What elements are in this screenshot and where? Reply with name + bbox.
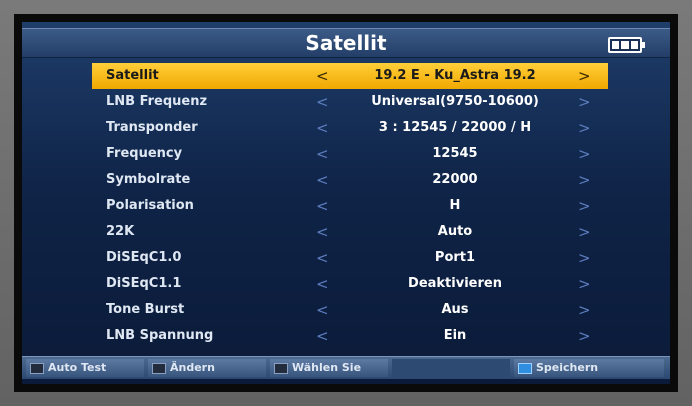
row-label: LNB Frequenz (106, 94, 208, 109)
row-label: Polarisation (106, 198, 194, 213)
wahlen-sie-button[interactable]: Wählen Sie (270, 359, 388, 377)
row-value: Deaktivieren (408, 276, 502, 291)
footer-empty-slot (392, 359, 510, 377)
arrow-right-icon[interactable]: > (578, 89, 591, 115)
arrow-right-icon[interactable]: > (578, 141, 591, 167)
battery-bars (612, 41, 638, 49)
row-label: Frequency (106, 146, 183, 161)
remote-key-icon (274, 363, 288, 374)
remote-key-icon (30, 363, 44, 374)
arrow-right-icon[interactable]: > (578, 219, 591, 245)
settings-menu: Satellit < 19.2 E - Ku_Astra 19.2 > LNB … (92, 63, 608, 349)
row-label: 22K (106, 224, 135, 239)
menu-row-frequency[interactable]: Frequency < 12545 > (92, 141, 608, 167)
row-label: Symbolrate (106, 172, 191, 187)
row-value: 22000 (432, 172, 478, 187)
arrow-left-icon[interactable]: < (316, 245, 329, 271)
footer-label: Auto Test (48, 361, 107, 374)
arrow-left-icon[interactable]: < (316, 167, 329, 193)
menu-row-diseqc11[interactable]: DiSEqC1.1 < Deaktivieren > (92, 271, 608, 297)
arrow-left-icon[interactable]: < (316, 115, 329, 141)
footer-bar: Auto Test Ändern Wählen Sie Speichern (22, 356, 670, 379)
row-value: Aus (441, 302, 469, 317)
arrow-right-icon[interactable]: > (578, 167, 591, 193)
arrow-right-icon[interactable]: > (578, 297, 591, 323)
arrow-left-icon[interactable]: < (316, 219, 329, 245)
row-value: Port1 (434, 250, 476, 265)
arrow-right-icon[interactable]: > (578, 323, 591, 349)
speichern-button[interactable]: Speichern (514, 359, 664, 377)
row-value: Universal(9750-10600) (371, 94, 539, 109)
row-label: DiSEqC1.1 (106, 276, 182, 291)
row-value: H (449, 198, 461, 213)
arrow-right-icon[interactable]: > (578, 115, 591, 141)
arrow-right-icon[interactable]: > (578, 245, 591, 271)
row-label: Satellit (106, 68, 159, 83)
menu-row-22k[interactable]: 22K < Auto > (92, 219, 608, 245)
menu-row-tone-burst[interactable]: Tone Burst < Aus > (92, 297, 608, 323)
footer-label: Speichern (536, 361, 599, 374)
row-label: Tone Burst (106, 302, 185, 317)
arrow-right-icon[interactable]: > (578, 193, 591, 219)
arrow-left-icon[interactable]: < (316, 89, 329, 115)
row-label: LNB Spannung (106, 328, 214, 343)
row-value: 19.2 E - Ku_Astra 19.2 (374, 68, 536, 83)
menu-row-symbolrate[interactable]: Symbolrate < 22000 > (92, 167, 608, 193)
andern-button[interactable]: Ändern (148, 359, 266, 377)
header: Satellit (22, 28, 670, 58)
arrow-right-icon[interactable]: > (578, 271, 591, 297)
row-label: Transponder (106, 120, 198, 135)
row-value: 12545 (432, 146, 478, 161)
footer-label: Ändern (170, 361, 215, 374)
screen: Satellit Satellit < 19.2 E - Ku_Astra 19… (22, 22, 670, 384)
arrow-left-icon[interactable]: < (316, 297, 329, 323)
row-value: Ein (443, 328, 467, 343)
arrow-left-icon[interactable]: < (316, 63, 329, 89)
menu-row-transponder[interactable]: Transponder < 3 : 12545 / 22000 / H > (92, 115, 608, 141)
arrow-left-icon[interactable]: < (316, 141, 329, 167)
auto-test-button[interactable]: Auto Test (26, 359, 144, 377)
menu-row-diseqc10[interactable]: DiSEqC1.0 < Port1 > (92, 245, 608, 271)
save-key-icon (518, 363, 532, 374)
arrow-left-icon[interactable]: < (316, 323, 329, 349)
row-value: 3 : 12545 / 22000 / H (378, 120, 532, 135)
menu-row-lnb-spannung[interactable]: LNB Spannung < Ein > (92, 323, 608, 349)
menu-row-polarisation[interactable]: Polarisation < H > (92, 193, 608, 219)
row-value: Auto (437, 224, 473, 239)
menu-row-lnb-frequenz[interactable]: LNB Frequenz < Universal(9750-10600) > (92, 89, 608, 115)
footer-label: Wählen Sie (292, 361, 362, 374)
row-label: DiSEqC1.0 (106, 250, 182, 265)
arrow-left-icon[interactable]: < (316, 271, 329, 297)
battery-icon (608, 37, 645, 53)
arrow-left-icon[interactable]: < (316, 193, 329, 219)
arrow-right-icon[interactable]: > (578, 63, 591, 89)
menu-row-satellit[interactable]: Satellit < 19.2 E - Ku_Astra 19.2 > (92, 63, 608, 89)
remote-key-icon (152, 363, 166, 374)
page-title: Satellit (305, 31, 387, 55)
